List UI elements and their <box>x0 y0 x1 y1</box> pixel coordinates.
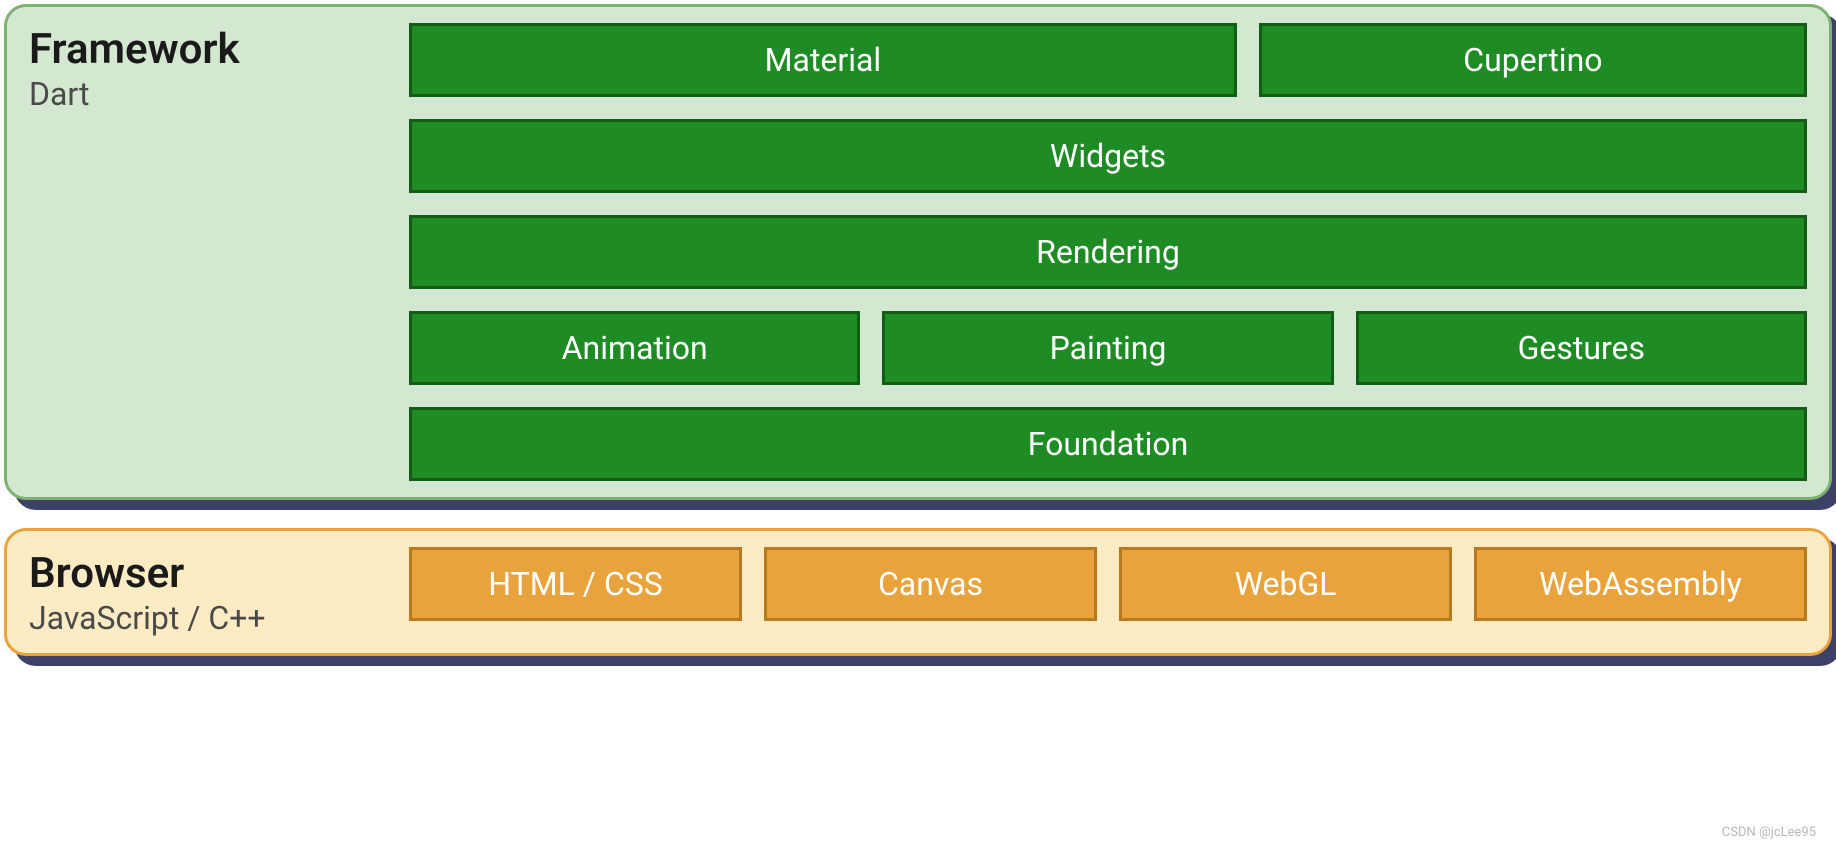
box-canvas: Canvas <box>764 547 1097 621</box>
framework-row-1: Material Cupertino <box>409 23 1807 97</box>
box-material: Material <box>409 23 1237 97</box>
box-rendering: Rendering <box>409 215 1807 289</box>
box-html-css: HTML / CSS <box>409 547 742 621</box>
box-cupertino: Cupertino <box>1259 23 1807 97</box>
framework-label-block: Framework Dart <box>29 23 389 481</box>
browser-label-block: Browser JavaScript / C++ <box>29 547 389 637</box>
watermark: CSDN @jcLee95 <box>1722 825 1816 840</box>
framework-content: Material Cupertino Widgets Rendering Ani… <box>409 23 1807 481</box>
framework-title: Framework <box>29 27 389 73</box>
box-painting: Painting <box>882 311 1333 385</box>
framework-row-4: Animation Painting Gestures <box>409 311 1807 385</box>
framework-row-5: Foundation <box>409 407 1807 481</box>
box-webassembly: WebAssembly <box>1474 547 1807 621</box>
box-foundation: Foundation <box>409 407 1807 481</box>
browser-subtitle: JavaScript / C++ <box>29 599 389 637</box>
box-webgl: WebGL <box>1119 547 1452 621</box>
browser-title: Browser <box>29 551 389 597</box>
framework-layer: Framework Dart Material Cupertino Widget… <box>4 4 1832 500</box>
browser-content: HTML / CSS Canvas WebGL WebAssembly <box>409 547 1807 637</box>
framework-subtitle: Dart <box>29 75 389 113</box>
box-animation: Animation <box>409 311 860 385</box>
browser-layer: Browser JavaScript / C++ HTML / CSS Canv… <box>4 528 1832 656</box>
browser-row-1: HTML / CSS Canvas WebGL WebAssembly <box>409 547 1807 621</box>
box-gestures: Gestures <box>1356 311 1807 385</box>
framework-row-2: Widgets <box>409 119 1807 193</box>
framework-row-3: Rendering <box>409 215 1807 289</box>
box-widgets: Widgets <box>409 119 1807 193</box>
